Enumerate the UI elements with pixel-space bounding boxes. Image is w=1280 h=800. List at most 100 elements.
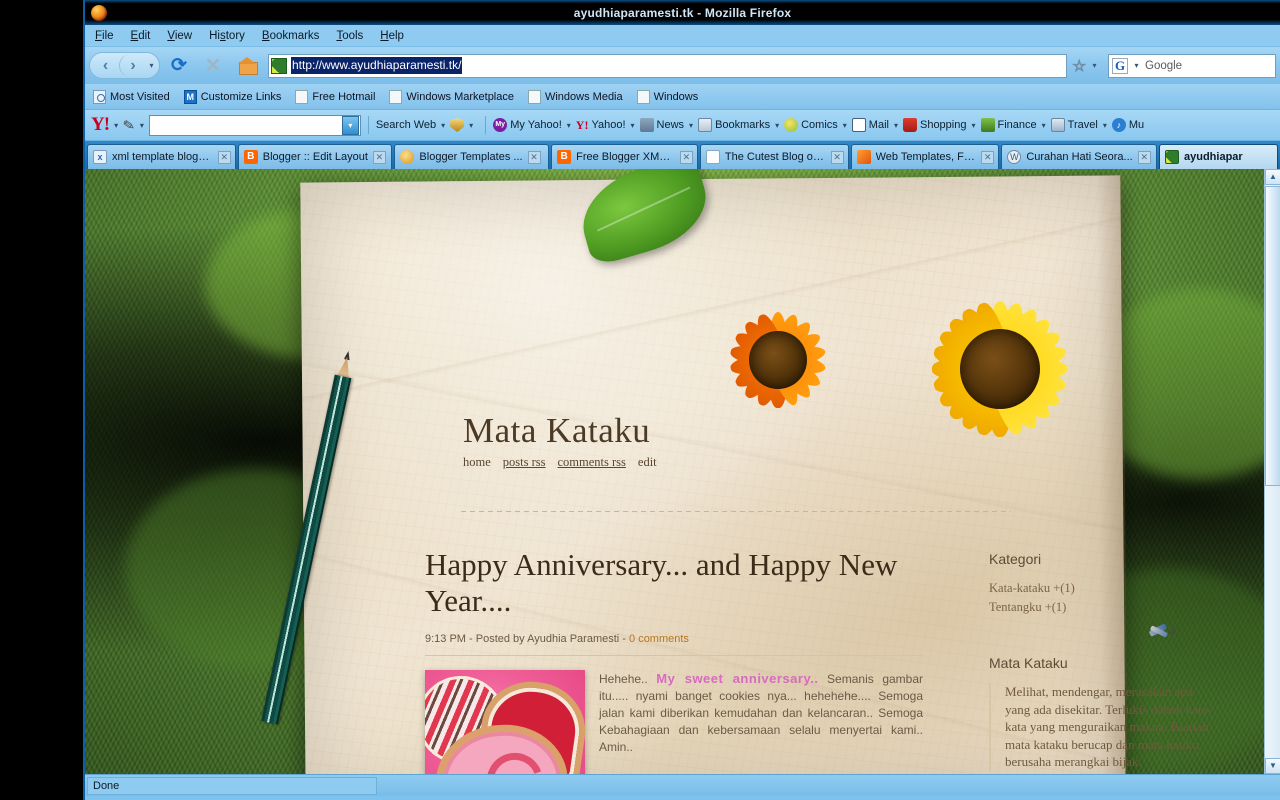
url-input[interactable]: http://www.ayudhiaparamesti.tk/ bbox=[291, 57, 463, 74]
search-input[interactable]: Google bbox=[1145, 60, 1182, 72]
chevron-down-icon[interactable]: ▾ bbox=[838, 121, 852, 130]
scroll-up-icon[interactable]: ▲ bbox=[1265, 169, 1280, 185]
close-icon[interactable]: ✕ bbox=[981, 150, 995, 164]
anniversary-cookie-image[interactable]: ANNIVERSARY bbox=[425, 670, 585, 774]
comics-icon bbox=[784, 118, 799, 132]
menu-item-bookmarks[interactable]: Bookmarks bbox=[262, 30, 320, 42]
nav-item-comments-rss[interactable]: comments rss bbox=[558, 455, 626, 470]
search-engine-chevron-down-icon[interactable]: ▾ bbox=[1131, 61, 1142, 70]
menu-item-file[interactable]: File bbox=[95, 30, 114, 42]
menu-item-help[interactable]: Help bbox=[380, 30, 404, 42]
tab-curahan-hati[interactable]: W Curahan Hati Seora... ✕ bbox=[1001, 144, 1157, 169]
tab-label: Web Templates, Fla... bbox=[875, 151, 977, 163]
site-icon bbox=[1165, 150, 1179, 164]
url-bar[interactable]: http://www.ayudhiaparamesti.tk/ bbox=[268, 53, 1067, 78]
home-button[interactable] bbox=[232, 52, 262, 80]
yahoo-item-news[interactable]: News bbox=[639, 118, 684, 132]
menu-item-view[interactable]: View bbox=[167, 30, 192, 42]
yahoo-item-finance[interactable]: Finance bbox=[980, 118, 1037, 132]
bookmark-customize-links[interactable]: M Customize Links bbox=[183, 89, 281, 104]
close-icon[interactable]: ✕ bbox=[217, 150, 231, 164]
bookmark-windows[interactable]: Windows bbox=[636, 89, 698, 104]
menu-item-tools[interactable]: Tools bbox=[336, 30, 363, 42]
chevron-down-icon[interactable]: ▾ bbox=[341, 115, 359, 135]
yahoo-item-label: Finance bbox=[997, 119, 1037, 131]
status-text: Done bbox=[87, 776, 377, 795]
chevron-down-icon[interactable]: ▾ bbox=[770, 121, 784, 130]
tab-cutest-blog[interactable]: The Cutest Blog on ... ✕ bbox=[699, 144, 849, 169]
bookmark-windows-media[interactable]: Windows Media bbox=[527, 89, 623, 104]
tab-ayudhiaparamesti[interactable]: ayudhiapar bbox=[1159, 144, 1279, 169]
main-content: Happy Anniversary... and Happy New Year.… bbox=[425, 547, 1215, 774]
chevron-down-icon[interactable]: ▾ bbox=[436, 121, 450, 130]
chevron-down-icon[interactable]: ▾ bbox=[1037, 121, 1051, 130]
yahoo-item-comics[interactable]: Comics bbox=[784, 118, 838, 132]
yahoo-logo-icon[interactable]: Y! bbox=[91, 114, 110, 136]
mail-icon bbox=[851, 118, 866, 132]
shield-icon[interactable] bbox=[450, 118, 465, 132]
bookmark-free-hotmail[interactable]: Free Hotmail bbox=[295, 89, 375, 104]
close-icon[interactable]: ✕ bbox=[1137, 150, 1151, 164]
tab-web-templates[interactable]: Web Templates, Fla... ✕ bbox=[850, 144, 1000, 169]
chevron-down-icon[interactable]: ▾ bbox=[966, 121, 980, 130]
close-icon[interactable]: ✕ bbox=[830, 150, 844, 164]
yahoo-item-music[interactable]: ♪ Mu bbox=[1111, 118, 1144, 132]
yahoo-item-shopping[interactable]: Shopping bbox=[902, 118, 966, 132]
reload-button[interactable]: ⟳ bbox=[164, 52, 194, 80]
wrench-screwdriver-icon[interactable]: + bbox=[1148, 623, 1175, 641]
nav-item-edit[interactable]: edit bbox=[638, 455, 657, 470]
chevron-down-icon[interactable]: ▾ bbox=[135, 121, 149, 130]
nav-item-home[interactable]: home bbox=[463, 455, 491, 470]
tab-blogger-templates[interactable]: Blogger Templates ... ✕ bbox=[394, 144, 550, 169]
close-icon[interactable]: ✕ bbox=[372, 150, 386, 164]
page-scrollbar[interactable]: ▲ ▼ bbox=[1264, 169, 1280, 774]
scrollbar-thumb[interactable] bbox=[1265, 186, 1280, 486]
yahoo-item-my-yahoo[interactable]: My My Yahoo! bbox=[493, 118, 562, 132]
stop-button[interactable]: ✕ bbox=[198, 52, 228, 80]
yahoo-search-web-button[interactable]: Search Web bbox=[376, 119, 436, 131]
shopping-icon bbox=[902, 118, 917, 132]
tab-xml-template-blogger[interactable]: x xml template blogge... ✕ bbox=[87, 144, 236, 169]
chevron-down-icon[interactable]: ▾ bbox=[684, 121, 698, 130]
google-icon[interactable]: G bbox=[1112, 57, 1128, 74]
add-widget-plus[interactable]: + bbox=[1169, 627, 1175, 639]
chevron-down-icon[interactable]: ▾ bbox=[1098, 121, 1112, 130]
yahoo-search-input[interactable]: ▾ bbox=[148, 114, 361, 136]
menu-item-history[interactable]: History bbox=[209, 30, 245, 42]
chevron-down-icon[interactable]: ▾ bbox=[889, 121, 903, 130]
sidebar-item-tentangku[interactable]: Tentangku +(1) bbox=[989, 598, 1215, 617]
nav-item-posts-rss[interactable]: posts rss bbox=[503, 455, 546, 470]
xml-icon: x bbox=[93, 150, 107, 164]
post-meta: 9:13 PM - Posted by Ayudhia Paramesti - … bbox=[425, 633, 923, 645]
sidebar-item-kata-kataku[interactable]: Kata-kataku +(1) bbox=[989, 579, 1215, 598]
forward-button-icon[interactable]: › bbox=[119, 54, 146, 77]
yahoo-item-bookmarks[interactable]: Bookmarks bbox=[698, 118, 770, 132]
window-title: ayudhiaparamesti.tk - Mozilla Firefox bbox=[573, 5, 792, 20]
yahoo-item-yahoo[interactable]: Y! Yahoo! bbox=[576, 118, 626, 133]
chevron-down-icon[interactable]: ▾ bbox=[562, 121, 576, 130]
yahoo-item-label: Travel bbox=[1067, 119, 1098, 131]
close-icon[interactable]: ✕ bbox=[679, 150, 693, 164]
bookmark-windows-marketplace[interactable]: Windows Marketplace bbox=[389, 89, 514, 104]
scroll-down-icon[interactable]: ▼ bbox=[1265, 758, 1280, 774]
yahoo-item-mail[interactable]: Mail bbox=[851, 118, 889, 132]
yahoo-item-travel[interactable]: Travel bbox=[1050, 118, 1098, 132]
chevron-down-icon[interactable]: ▾ bbox=[1089, 61, 1100, 70]
tab-blogger-edit-layout[interactable]: B Blogger :: Edit Layout ✕ bbox=[237, 144, 393, 169]
history-dropdown-icon[interactable]: ▾ bbox=[146, 61, 157, 70]
chevron-down-icon[interactable]: ▾ bbox=[109, 121, 123, 130]
post-comments-link[interactable]: 0 comments bbox=[629, 633, 689, 645]
back-button-icon[interactable]: ‹ bbox=[92, 54, 119, 77]
yahoo-item-label: Bookmarks bbox=[715, 119, 771, 131]
close-icon[interactable]: ✕ bbox=[527, 150, 541, 164]
search-bar[interactable]: G ▾ Google bbox=[1108, 53, 1276, 78]
bookmark-most-visited[interactable]: Most Visited bbox=[93, 89, 170, 104]
post-title[interactable]: Happy Anniversary... and Happy New Year.… bbox=[425, 547, 923, 619]
chevron-down-icon[interactable]: ▾ bbox=[464, 121, 478, 130]
pencil-icon[interactable]: ✎ bbox=[122, 116, 137, 135]
bookmark-star-button[interactable]: ☆ ▾ bbox=[1072, 57, 1104, 75]
tab-free-blogger-xml[interactable]: B Free Blogger XML T... ✕ bbox=[551, 144, 698, 169]
chevron-down-icon[interactable]: ▾ bbox=[626, 121, 640, 130]
menu-item-edit[interactable]: Edit bbox=[131, 30, 151, 42]
tab-label: Curahan Hati Seora... bbox=[1026, 151, 1133, 163]
